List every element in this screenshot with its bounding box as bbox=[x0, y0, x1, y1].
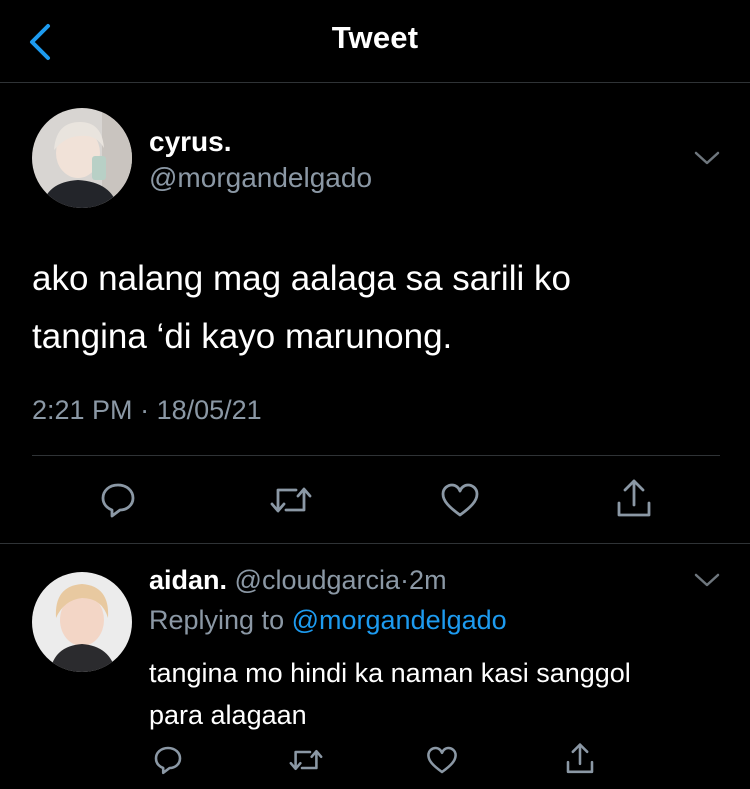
retweet-button[interactable] bbox=[266, 478, 316, 522]
retweet-icon bbox=[289, 749, 323, 771]
share-icon bbox=[617, 479, 651, 517]
tweet-timestamp: 2:21 PM · 18/05/21 bbox=[32, 395, 262, 426]
header-divider bbox=[0, 82, 750, 83]
tweet-options-button[interactable] bbox=[694, 150, 720, 171]
heart-icon bbox=[427, 746, 457, 774]
meta-separator: · bbox=[140, 395, 150, 425]
reply-age: 2m bbox=[409, 565, 447, 595]
heart-icon bbox=[441, 483, 479, 517]
share-button[interactable] bbox=[612, 476, 656, 522]
tweet-time: 2:21 PM bbox=[32, 395, 133, 425]
reply-share-button[interactable] bbox=[562, 740, 598, 778]
meta-divider bbox=[32, 455, 720, 456]
author-handle[interactable]: @morgandelgado bbox=[149, 162, 372, 194]
reply-text-line: tangina mo hindi ka naman kasi sanggol bbox=[149, 658, 631, 688]
reply-avatar[interactable] bbox=[32, 572, 132, 672]
reply-separator: · bbox=[400, 565, 410, 595]
replying-to-line: Replying to @morgandelgado bbox=[149, 605, 507, 636]
actions-divider bbox=[0, 543, 750, 544]
reply-author-avatar-image bbox=[32, 572, 132, 672]
reply-retweet-button[interactable] bbox=[286, 742, 326, 778]
reply-icon bbox=[154, 746, 182, 775]
like-button[interactable] bbox=[438, 478, 482, 522]
reply-reply-button[interactable] bbox=[150, 742, 186, 778]
page-title: Tweet bbox=[331, 20, 419, 55]
share-icon bbox=[566, 743, 594, 774]
reply-options-button[interactable] bbox=[694, 572, 720, 593]
reply-author-handle[interactable]: @cloudgarcia bbox=[235, 565, 401, 595]
chevron-down-icon bbox=[694, 151, 720, 165]
tweet-text: ako nalang mag aalaga sa sarili ko tangi… bbox=[32, 250, 722, 366]
tweet-text-line: tangina ‘di kayo marunong. bbox=[32, 317, 453, 356]
chevron-down-icon bbox=[694, 573, 720, 587]
reply-button[interactable] bbox=[96, 478, 140, 522]
reply-like-button[interactable] bbox=[424, 742, 460, 778]
reply-icon bbox=[101, 483, 135, 518]
author-avatar-image bbox=[32, 108, 132, 208]
top-bar: Tweet bbox=[0, 0, 750, 82]
author-name[interactable]: cyrus. bbox=[149, 126, 232, 158]
reply-author-line: aidan. @cloudgarcia·2m bbox=[149, 565, 447, 596]
reply-author-name[interactable]: aidan. bbox=[149, 565, 227, 595]
retweet-icon bbox=[270, 487, 312, 513]
tweet-date: 18/05/21 bbox=[156, 395, 262, 425]
reply-text: tangina mo hindi ka naman kasi sanggol p… bbox=[149, 652, 729, 736]
tweet-text-line: ako nalang mag aalaga sa sarili ko bbox=[32, 259, 571, 298]
replying-prefix: Replying to bbox=[149, 605, 285, 635]
reply-text-line: para alagaan bbox=[149, 700, 307, 730]
avatar[interactable] bbox=[32, 108, 132, 208]
replying-to-link[interactable]: @morgandelgado bbox=[292, 605, 507, 635]
